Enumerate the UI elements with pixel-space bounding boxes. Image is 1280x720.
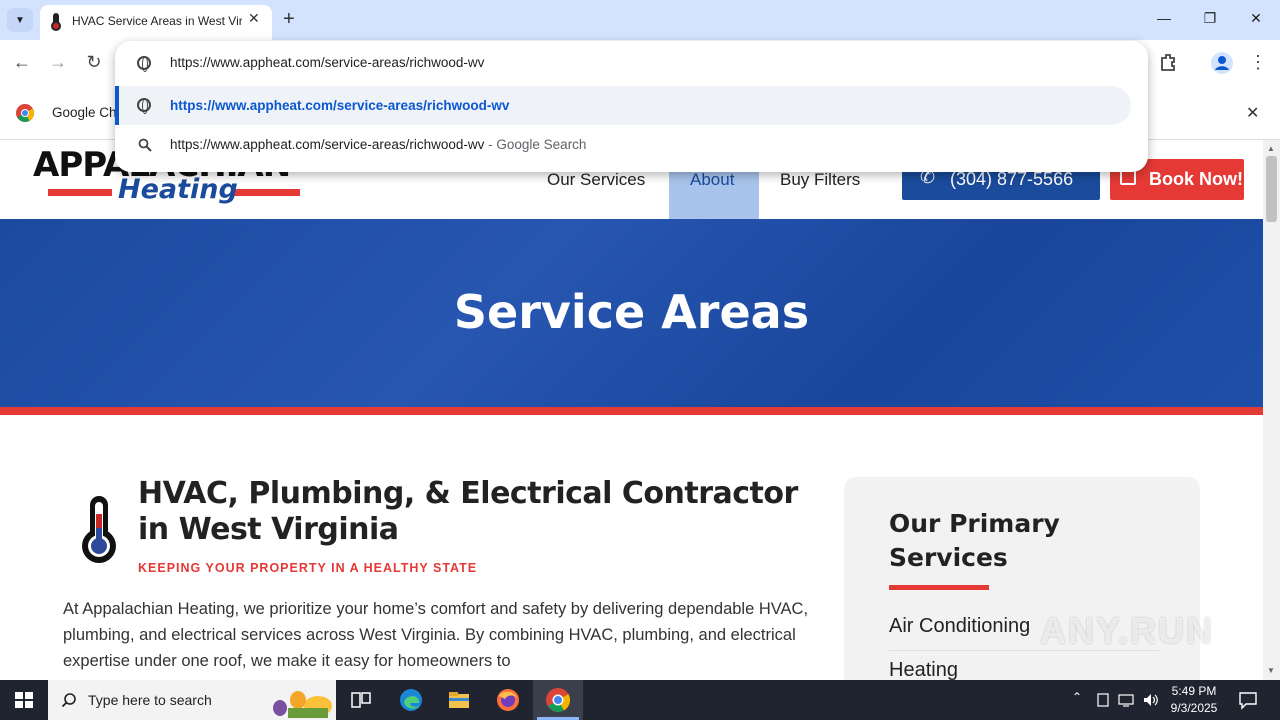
web-page: APPALACHIAN Heating Our Services About B…	[0, 140, 1263, 680]
search-highlight-image	[273, 691, 332, 718]
taskbar-search-box[interactable]: Type here to search	[48, 680, 336, 720]
address-input[interactable]: https://www.appheat.com/service-areas/ri…	[170, 55, 484, 70]
scroll-down-arrow[interactable]: ▼	[1267, 666, 1275, 675]
suggestion-search-query: https://www.appheat.com/service-areas/ri…	[170, 137, 485, 152]
minimize-button[interactable]: —	[1154, 10, 1174, 26]
new-tab-button[interactable]: +	[283, 8, 295, 30]
edge-icon[interactable]	[399, 688, 423, 712]
hero-banner: Service Areas	[0, 219, 1263, 407]
windows-start-icon[interactable]	[0, 680, 48, 720]
nav-our-services[interactable]: Our Services	[547, 170, 645, 190]
service-link-heating[interactable]: Heating	[889, 659, 958, 680]
scroll-up-arrow[interactable]: ▲	[1267, 144, 1275, 153]
network-icon[interactable]	[1118, 692, 1136, 708]
menu-button[interactable]: ⋮	[1247, 52, 1269, 72]
tray-time: 5:49 PM	[1171, 684, 1217, 698]
search-icon	[61, 693, 76, 708]
back-button[interactable]: ←	[11, 52, 33, 72]
page-scrollbar[interactable]: ▲ ▼	[1263, 140, 1280, 680]
volume-icon[interactable]	[1142, 692, 1160, 708]
info-bar-text: Google Ch	[52, 105, 117, 120]
logo-stripe	[48, 189, 112, 196]
sidebar-title: Our Primary Services	[889, 509, 1060, 572]
globe-icon	[137, 98, 151, 114]
extensions-icon[interactable]	[1158, 52, 1178, 72]
suggestion-row[interactable]: https://www.appheat.com/service-areas/ri…	[115, 86, 1131, 125]
task-view-icon[interactable]	[349, 688, 373, 712]
profile-icon[interactable]	[1211, 52, 1233, 74]
firefox-icon[interactable]	[496, 688, 520, 712]
suggestion-search[interactable]: https://www.appheat.com/service-areas/ri…	[170, 137, 586, 152]
window-close-button[interactable]: ✕	[1246, 10, 1266, 27]
logo-bottom-text[interactable]: Heating	[118, 174, 238, 205]
book-now-label: Book Now!	[1149, 169, 1243, 189]
hero-stripe	[0, 407, 1263, 415]
tray-clock[interactable]: 5:49 PM 9/3/2025	[1168, 683, 1220, 717]
scroll-thumb[interactable]	[1266, 156, 1277, 222]
notification-icon[interactable]	[1238, 690, 1258, 710]
thermometer-favicon-icon	[51, 13, 61, 31]
tab-title: HVAC Service Areas in West Virg	[72, 14, 242, 28]
tab-strip: ▼ HVAC Service Areas in West Virg ✕ + — …	[0, 0, 1280, 40]
main-heading: HVAC, Plumbing, & Electrical Contractor …	[138, 476, 798, 547]
nav-buy-filters[interactable]: Buy Filters	[780, 170, 860, 190]
forward-button[interactable]: →	[47, 52, 69, 72]
reload-button[interactable]: ↻	[83, 52, 105, 72]
logo-stripe	[234, 189, 300, 196]
suggestion-search-suffix: - Google Search	[484, 137, 587, 152]
taskbar-search-placeholder: Type here to search	[88, 692, 212, 708]
thermometer-icon	[82, 496, 116, 563]
suggestion-url: https://www.appheat.com/service-areas/ri…	[170, 98, 510, 113]
phone-number: (304) 877-5566	[950, 169, 1074, 189]
restore-button[interactable]: ❐	[1200, 10, 1220, 27]
omnibox-dropdown: https://www.appheat.com/service-areas/ri…	[115, 41, 1148, 172]
chrome-icon	[16, 104, 34, 122]
tray-expand-icon[interactable]: ⌃	[1072, 690, 1082, 704]
selection-indicator	[115, 86, 119, 125]
hero-title: Service Areas	[453, 285, 810, 339]
search-icon	[138, 138, 152, 152]
taskbar: Type here to search ⌃ 5:49 PM 9/3/2025	[0, 680, 1280, 720]
network-device-icon[interactable]	[1096, 692, 1110, 708]
main-tagline: KEEPING YOUR PROPERTY IN A HEALTHY STATE	[138, 561, 478, 575]
sidebar-underline	[889, 585, 989, 590]
globe-icon	[137, 56, 151, 72]
chrome-icon	[546, 688, 570, 712]
tray-date: 9/3/2025	[1170, 701, 1218, 715]
watermark: ANY.RUN	[1040, 610, 1215, 651]
service-link-air-conditioning[interactable]: Air Conditioning	[889, 615, 1030, 638]
nav-about-label: About	[690, 170, 735, 189]
chrome-taskbar-button[interactable]	[533, 680, 583, 720]
active-tab[interactable]: HVAC Service Areas in West Virg ✕	[40, 5, 272, 40]
main-body-text: At Appalachian Heating, we prioritize yo…	[63, 600, 809, 670]
file-explorer-icon[interactable]	[447, 688, 471, 712]
tab-close-icon[interactable]: ✕	[248, 10, 260, 27]
tab-search-button[interactable]: ▼	[7, 8, 33, 32]
info-bar-close-icon[interactable]: ✕	[1246, 103, 1259, 123]
